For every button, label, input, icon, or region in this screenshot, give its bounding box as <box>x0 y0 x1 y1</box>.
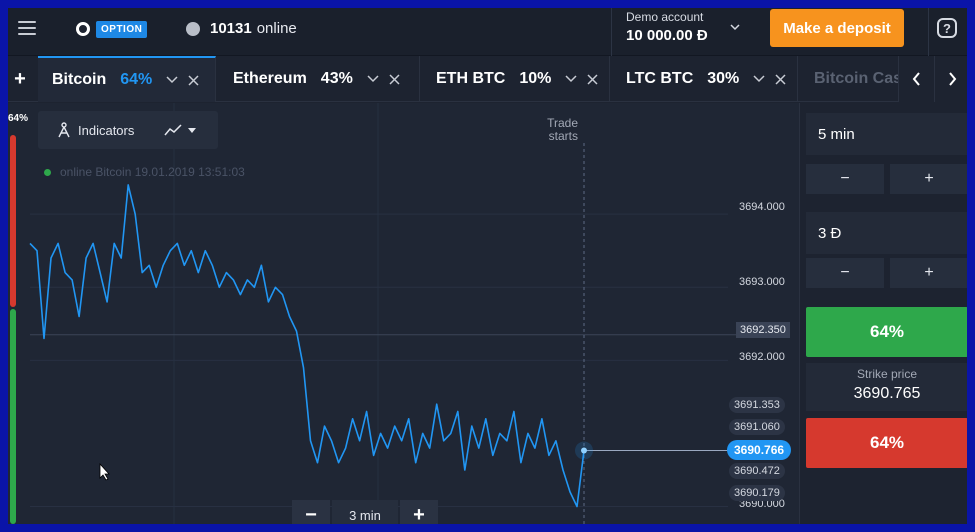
close-icon[interactable] <box>775 73 786 85</box>
asset-info: online Bitcoin 19.01.2019 13:51:03 <box>44 165 245 179</box>
expiration-time-field[interactable]: 5 min <box>806 113 967 155</box>
make-deposit-button[interactable]: Make a deposit <box>770 9 904 47</box>
current-price-marker <box>581 447 587 454</box>
chart-toolbar: Indicators <box>38 111 218 149</box>
chevron-left-icon <box>912 72 920 86</box>
price-tag: 3690.179 <box>729 485 785 501</box>
asset-tabs: + Bitcoin 64% Ethereum 43% ETH BTC 10% L… <box>8 56 967 102</box>
app-window: OPTION 10131 online Demo account 10 000.… <box>8 8 967 524</box>
tab-label: Bitcoin <box>52 71 107 88</box>
axis-tick: 3692.000 <box>739 351 785 363</box>
time-increase-button[interactable]: + <box>890 164 967 194</box>
tab-payout: 64% <box>120 71 153 88</box>
mouse-cursor-icon <box>99 463 110 481</box>
time-stepper: − + <box>806 164 967 194</box>
add-tab-button[interactable]: + <box>8 56 32 102</box>
online-counter: 10131 online <box>186 20 297 37</box>
chart-area[interactable]: 64% Indicators online Bitcoin 19.01.2019… <box>8 103 799 524</box>
online-count: 10131 <box>210 20 252 37</box>
account-selector[interactable]: Demo account 10 000.00 Đ <box>626 10 708 44</box>
sentiment-up <box>10 309 16 524</box>
sentiment-label: 64% <box>8 113 29 124</box>
online-label: online <box>256 20 297 37</box>
caret-down-icon[interactable] <box>188 127 197 133</box>
divider <box>928 8 929 56</box>
divider <box>611 8 612 56</box>
asset-info-text: online Bitcoin 19.01.2019 13:51:03 <box>60 165 245 179</box>
account-label: Demo account <box>626 10 704 24</box>
chevron-right-icon <box>949 72 957 86</box>
price-tag: 3691.060 <box>729 419 785 435</box>
sentiment-down <box>10 135 16 307</box>
tab-label: ETH BTC <box>436 70 506 87</box>
close-icon[interactable] <box>587 73 598 85</box>
higher-button[interactable]: 64% <box>806 307 967 357</box>
strike-price-value: 3690.765 <box>853 385 921 402</box>
price-tag: 3690.472 <box>729 463 785 479</box>
investment-amount-field[interactable]: 3 Đ <box>806 212 967 254</box>
account-balance: 10 000.00 Đ <box>626 27 708 44</box>
chevron-down-icon[interactable] <box>753 75 765 83</box>
close-icon[interactable] <box>389 73 400 85</box>
logo-text: OPTION <box>96 20 148 38</box>
online-status-icon <box>44 168 51 176</box>
amount-stepper: − + <box>806 258 967 288</box>
help-icon[interactable]: ? <box>937 18 957 38</box>
lower-button[interactable]: 64% <box>806 418 967 468</box>
tab-payout: 10% <box>519 70 552 87</box>
top-bar: OPTION 10131 online Demo account 10 000.… <box>8 8 967 56</box>
price-line <box>29 184 585 508</box>
zoom-control: − 3 min + <box>292 500 438 524</box>
time-decrease-button[interactable]: − <box>806 164 884 194</box>
timeframe-value[interactable]: 3 min <box>332 500 398 524</box>
axis-tick: 3694.000 <box>739 201 785 213</box>
zoom-in-button[interactable]: + <box>400 500 438 524</box>
logo-mark-icon <box>76 22 90 36</box>
zoom-out-button[interactable]: − <box>292 500 330 524</box>
indicators-icon[interactable] <box>56 122 72 138</box>
scroll-tabs-left-button[interactable] <box>898 56 934 102</box>
sentiment-bar <box>8 103 18 524</box>
tab-ltc-btc[interactable]: LTC BTC 30% <box>610 56 798 102</box>
tab-eth-btc[interactable]: ETH BTC 10% <box>420 56 610 102</box>
trade-panel: 5 min − + 3 Đ − + 64% Strike price 3690.… <box>799 103 967 524</box>
tab-label: LTC BTC <box>626 70 694 87</box>
level-price-tag: 3692.350 <box>736 322 790 338</box>
logo[interactable]: OPTION <box>76 20 148 38</box>
chevron-down-icon[interactable] <box>565 75 577 83</box>
tab-bitcoin-cash[interactable]: Bitcoin Cas <box>798 56 898 102</box>
strike-price-label: Strike price <box>856 367 918 381</box>
tab-bitcoin[interactable]: Bitcoin 64% <box>38 56 216 102</box>
current-price-tag: 3690.766 <box>727 440 792 460</box>
tab-payout: 30% <box>707 70 740 87</box>
tab-label: Ethereum <box>233 70 307 87</box>
trade-starts-label: Trade starts <box>528 117 578 143</box>
close-icon[interactable] <box>188 74 199 86</box>
chevron-down-icon[interactable] <box>166 76 178 84</box>
strike-price-box: Strike price 3690.765 <box>806 363 967 411</box>
amount-decrease-button[interactable]: − <box>806 258 884 288</box>
menu-icon[interactable] <box>18 21 36 35</box>
scroll-tabs-right-button[interactable] <box>934 56 967 102</box>
indicators-button[interactable]: Indicators <box>78 123 134 138</box>
tab-ethereum[interactable]: Ethereum 43% <box>216 56 420 102</box>
chevron-down-icon[interactable] <box>730 22 740 32</box>
tab-payout: 43% <box>320 70 353 87</box>
amount-increase-button[interactable]: + <box>890 258 967 288</box>
chevron-down-icon[interactable] <box>367 75 379 83</box>
price-tag: 3691.353 <box>729 397 785 413</box>
tab-label: Bitcoin Cas <box>814 70 898 87</box>
line-chart-icon[interactable] <box>164 124 182 136</box>
user-icon <box>186 21 200 36</box>
axis-tick: 3693.000 <box>739 276 785 288</box>
trade-starts-line2: starts <box>548 129 578 143</box>
